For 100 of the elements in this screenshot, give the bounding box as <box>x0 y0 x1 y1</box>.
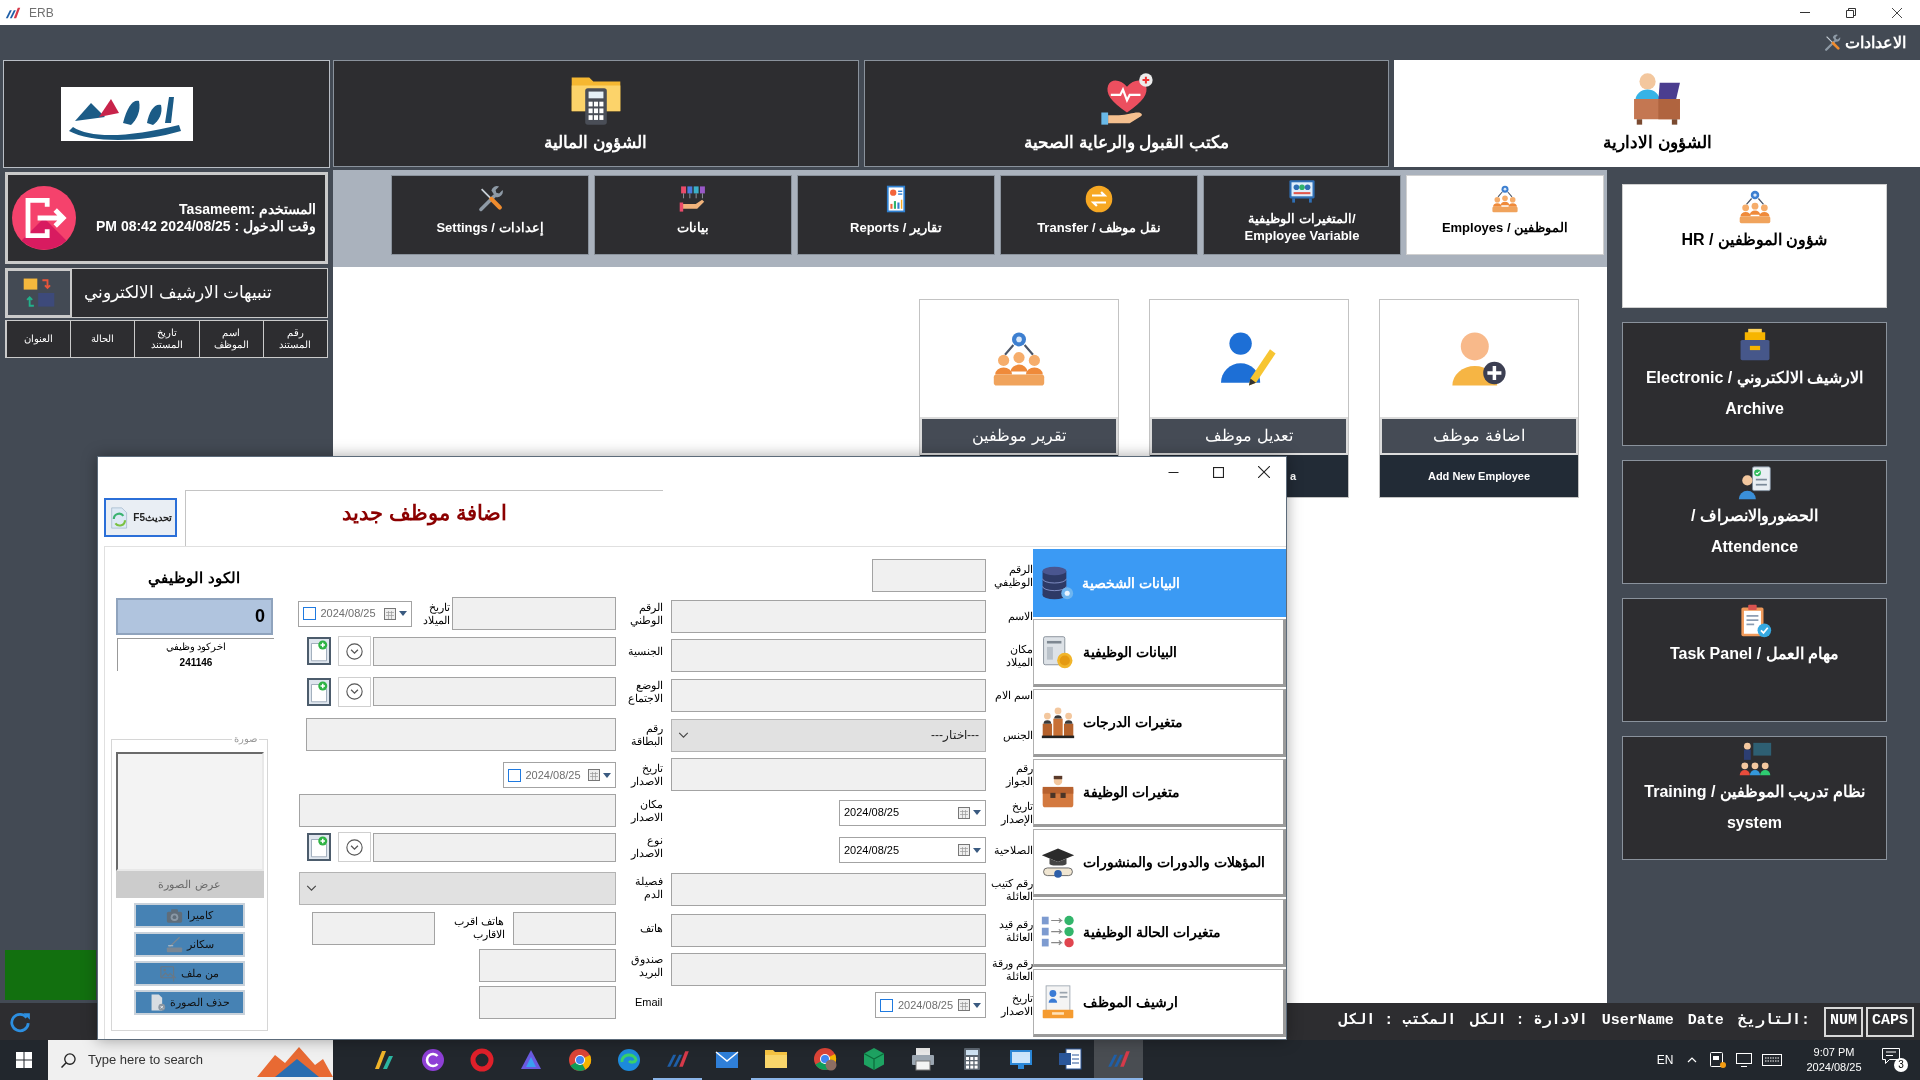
module-tab[interactable]: الشؤون الادارية <box>1394 60 1920 167</box>
side-tab[interactable]: البيانات الوظيفية <box>1033 619 1286 687</box>
refresh-button[interactable]: تحديثF5 <box>104 498 177 537</box>
checkbox[interactable] <box>302 607 316 620</box>
menu-tab[interactable]: المتغيرات الوظيفية/ Employee Variable <box>1203 175 1401 255</box>
calendar-icon <box>958 806 970 819</box>
side-tab[interactable]: متغيرات الحالة الوظيفية <box>1033 899 1286 967</box>
text-field[interactable] <box>512 911 616 945</box>
close-icon <box>1892 7 1902 18</box>
logout-button[interactable] <box>12 186 76 250</box>
dropdown-field[interactable] <box>298 871 616 905</box>
checkbox[interactable] <box>507 768 521 782</box>
text-field[interactable] <box>671 678 986 712</box>
add-button[interactable] <box>306 637 331 665</box>
column-header: اسم الموظف <box>198 321 263 357</box>
photo-button[interactable]: سكانر <box>134 931 245 957</box>
sidebar-card[interactable]: الحضوروالانصراف / Attendence <box>1622 460 1887 584</box>
menu-tab[interactable]: Settings / إعدادات <box>391 175 589 255</box>
profile-document-icon <box>1041 985 1075 1019</box>
checkbox[interactable] <box>880 998 893 1012</box>
text-field[interactable] <box>451 597 616 630</box>
status-text: UserName <box>1601 1011 1674 1032</box>
text-field[interactable] <box>872 559 986 592</box>
field-label: تاريخ الميلاد <box>421 600 450 627</box>
menu-tab[interactable]: Transfer / نقل موظف <box>1000 175 1198 255</box>
side-tab[interactable]: ارشيف الموظف <box>1033 969 1286 1037</box>
status-text: التاريخ: <box>1737 1011 1810 1032</box>
status-text: الادارة : الكل <box>1470 1011 1588 1032</box>
date-field[interactable]: 2024/08/25 <box>297 600 412 627</box>
field-label: الجنس <box>1002 728 1033 742</box>
dropdown-button[interactable] <box>337 832 371 862</box>
document-coin-icon <box>1041 635 1075 669</box>
photo-button[interactable]: حذف الصورة <box>134 989 245 1015</box>
sidebar-card[interactable]: الارشيف الالكتروني / Electronic Archive <box>1622 322 1887 446</box>
field-label: رقم قيد العائلة <box>997 917 1033 944</box>
text-field[interactable] <box>311 911 435 945</box>
date-field[interactable]: 2024/08/25 <box>875 992 986 1018</box>
key-indicator: CAPS <box>1866 1006 1914 1037</box>
code-field[interactable]: 0 <box>116 597 273 635</box>
date-field[interactable]: 2024/08/25 <box>839 799 986 826</box>
sidebar-card[interactable]: نظام تدريب الموظفين / Training system <box>1622 736 1887 860</box>
date-field[interactable]: 2024/08/25 <box>502 762 616 788</box>
dropdown-button[interactable] <box>337 636 371 666</box>
notification-button[interactable]: 3 <box>1882 1048 1908 1072</box>
text-field[interactable] <box>372 677 616 706</box>
search-field[interactable]: Type here to search <box>48 1040 333 1080</box>
column-header: العنوان <box>6 321 71 357</box>
dropdown-field[interactable]: ---اختار--- <box>671 718 986 752</box>
text-field[interactable] <box>671 758 986 791</box>
settings-button[interactable]: الاعدادات <box>1823 30 1906 55</box>
field-label: رقم البطاقة <box>629 721 663 748</box>
text-field[interactable] <box>478 986 616 1019</box>
text-field[interactable] <box>671 639 986 672</box>
refresh-button[interactable] <box>9 1010 31 1033</box>
text-field[interactable] <box>671 873 986 906</box>
photo-button[interactable]: من ملف <box>134 960 245 986</box>
field-label: صندوق البريد <box>629 952 663 979</box>
text-field[interactable] <box>372 636 616 666</box>
user-edit-icon <box>1221 330 1277 387</box>
status-list-icon <box>1041 915 1075 949</box>
calendar-icon <box>958 999 970 1011</box>
tools-icon <box>1823 33 1841 52</box>
module-tab[interactable]: مكتب القبول والرعاية الصحية <box>863 60 1390 167</box>
show-photo-button[interactable]: عرض الصورة <box>115 870 264 898</box>
clock-button[interactable]: 9:07 PM 2024/08/25 <box>1796 1045 1872 1075</box>
dropdown-button[interactable] <box>337 676 371 707</box>
text-field[interactable] <box>305 718 616 751</box>
user-name-text: Tasameem: المستخدم <box>179 201 316 218</box>
exchange-arrows-icon <box>1084 184 1114 213</box>
app-logo-icon <box>5 6 21 19</box>
text-field[interactable] <box>671 953 986 986</box>
side-tab[interactable]: المؤهلات والدورات والمنشورات <box>1033 829 1286 897</box>
tablet-icon <box>1710 1052 1726 1068</box>
module-tab[interactable]: الشؤون المالية <box>333 60 859 167</box>
keyboard-icon <box>1762 1054 1782 1066</box>
menu-tab[interactable]: Employes / الموظفين <box>1406 175 1604 255</box>
caret-icon <box>398 611 407 616</box>
sidebar-card[interactable]: شؤون الموظفين / HR <box>1622 184 1887 308</box>
text-field[interactable] <box>372 832 616 862</box>
side-tab[interactable]: متغيرات الدرجات <box>1033 689 1286 757</box>
menu-tab[interactable]: Reports / تقارير <box>797 175 995 255</box>
language-button[interactable]: EN <box>1650 1051 1680 1069</box>
date-field[interactable]: 2024/08/25 <box>839 837 986 863</box>
refresh-icon <box>9 1010 31 1033</box>
side-tab[interactable]: متغيرات الوظيفة <box>1033 759 1286 827</box>
speech-bubble-icon <box>1882 1048 1900 1064</box>
text-field[interactable] <box>478 949 616 982</box>
segmented-circle-icon <box>567 1048 592 1072</box>
sidebar-card[interactable]: مهام العمل / Task Panel <box>1622 598 1887 722</box>
text-field[interactable] <box>671 914 986 947</box>
text-field[interactable] <box>671 599 986 633</box>
chevron-down-icon <box>678 732 689 738</box>
add-button[interactable] <box>306 833 331 861</box>
scanner-icon <box>165 935 183 953</box>
photo-button[interactable]: كاميرا <box>134 902 245 928</box>
login-time-text: PM 08:42 2024/08/25 : وقت الدخول <box>96 218 316 235</box>
field-label: Email <box>634 996 663 1009</box>
menu-tab[interactable]: بيانات <box>594 175 792 255</box>
add-button[interactable] <box>306 677 331 706</box>
text-field[interactable] <box>298 794 616 827</box>
